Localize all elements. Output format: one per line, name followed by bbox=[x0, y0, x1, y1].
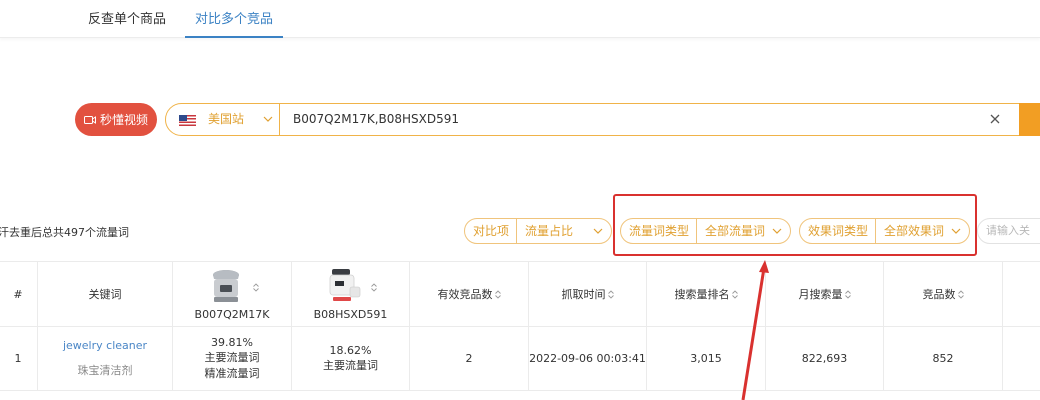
tab-compare-products[interactable]: 对比多个竞品 bbox=[185, 0, 284, 38]
keyword-translation: 珠宝清洁剂 bbox=[77, 364, 133, 377]
product-1-type-precise: 精准流量词 bbox=[204, 367, 260, 380]
video-guide-button[interactable]: 秒懂视频 bbox=[75, 103, 157, 136]
us-flag-icon bbox=[179, 115, 196, 126]
page: 反查单个商品 对比多个竞品 秒懂视频 美国站 B007Q2M17K,B08HSX… bbox=[0, 0, 1040, 400]
sort-icon[interactable] bbox=[844, 290, 851, 299]
chevron-down-icon[interactable] bbox=[263, 114, 273, 124]
keyword-cell: jewelry cleaner 珠宝清洁剂 bbox=[37, 326, 173, 391]
col-effective-count[interactable]: 有效竞品数 bbox=[409, 261, 529, 327]
compare-filter-value: 流量占比 bbox=[525, 224, 574, 238]
sort-icon[interactable] bbox=[494, 290, 501, 299]
keyword-total-summary: 汗去重后总共497个流量词 bbox=[0, 226, 129, 239]
col-keyword: 关键词 bbox=[37, 261, 173, 327]
col-product-2[interactable]: B08HSXD591 bbox=[291, 261, 410, 327]
table-row: 1 jewelry cleaner 珠宝清洁剂 39.81% 主要流量词 精准流… bbox=[0, 326, 1040, 391]
sort-icon[interactable] bbox=[957, 290, 964, 299]
product-2-asin: B08HSXD591 bbox=[313, 308, 388, 321]
close-icon[interactable] bbox=[989, 113, 1001, 125]
row-index: 1 bbox=[0, 326, 38, 391]
col-monthly-search-label: 月搜索量 bbox=[798, 288, 843, 301]
product-count-cell: 852 bbox=[883, 326, 1003, 391]
sort-icon[interactable] bbox=[371, 282, 377, 292]
keyword-table: # 关键词 B007Q2M17K B08HSXD591 有效竞品数 抓取时间 搜… bbox=[0, 261, 1040, 391]
asin-search-input[interactable]: B007Q2M17K,B08HSXD591 bbox=[293, 104, 459, 135]
product-2-share: 18.62% bbox=[329, 344, 372, 357]
col-effective-count-label: 有效竞品数 bbox=[437, 288, 493, 301]
col-overflow bbox=[1002, 261, 1040, 327]
product-1-share: 39.81% bbox=[211, 336, 253, 349]
compare-filter[interactable]: 对比项 流量占比 bbox=[464, 218, 612, 244]
col-product-count[interactable]: 竞品数 bbox=[883, 261, 1003, 327]
effective-count-cell: 2 bbox=[409, 326, 529, 391]
col-product-1[interactable]: B007Q2M17K bbox=[172, 261, 292, 327]
tab-single-product[interactable]: 反查单个商品 bbox=[88, 0, 166, 38]
product-1-type-main: 主要流量词 bbox=[204, 351, 260, 364]
monthly-search-cell[interactable]: 822,693 bbox=[765, 326, 884, 391]
product-2-image bbox=[329, 269, 361, 301]
product-1-cell: 39.81% 主要流量词 精准流量词 bbox=[172, 326, 292, 391]
product-1-image bbox=[212, 270, 239, 302]
search-button[interactable] bbox=[1019, 103, 1040, 136]
col-search-rank-label: 搜索量排名 bbox=[674, 288, 730, 301]
col-crawl-time[interactable]: 抓取时间 bbox=[528, 261, 647, 327]
divider bbox=[279, 103, 280, 136]
sort-icon[interactable] bbox=[252, 282, 259, 292]
highlight-box bbox=[613, 194, 977, 256]
product-1-asin: B007Q2M17K bbox=[194, 308, 270, 321]
overflow-cell bbox=[1002, 326, 1040, 391]
chevron-down-icon bbox=[593, 228, 603, 234]
col-monthly-search[interactable]: 月搜索量 bbox=[765, 261, 884, 327]
crawl-time-cell: 2022-09-06 00:03:41 bbox=[528, 326, 647, 391]
video-guide-label: 秒懂视频 bbox=[99, 113, 148, 127]
keyword-filter-input[interactable]: 请输入关 bbox=[977, 218, 1040, 244]
product-2-cell: 18.62% 主要流量词 bbox=[291, 326, 410, 391]
search-bar: 美国站 B007Q2M17K,B08HSXD591 bbox=[165, 103, 1040, 136]
compare-filter-label: 对比项 bbox=[465, 219, 518, 243]
col-crawl-time-label: 抓取时间 bbox=[561, 288, 606, 301]
table-header-row: # 关键词 B007Q2M17K B08HSXD591 有效竞品数 抓取时间 搜… bbox=[0, 261, 1040, 327]
annotation-arrow bbox=[741, 260, 769, 400]
sort-icon[interactable] bbox=[607, 290, 614, 299]
col-product-count-label: 竞品数 bbox=[922, 288, 956, 301]
col-index: # bbox=[0, 261, 38, 327]
tab-bar: 反查单个商品 对比多个竞品 bbox=[0, 0, 1040, 38]
site-select[interactable]: 美国站 bbox=[208, 104, 244, 135]
product-2-type-main: 主要流量词 bbox=[323, 359, 378, 372]
keyword-link[interactable]: jewelry cleaner bbox=[38, 339, 172, 352]
video-camera-icon bbox=[83, 115, 96, 124]
